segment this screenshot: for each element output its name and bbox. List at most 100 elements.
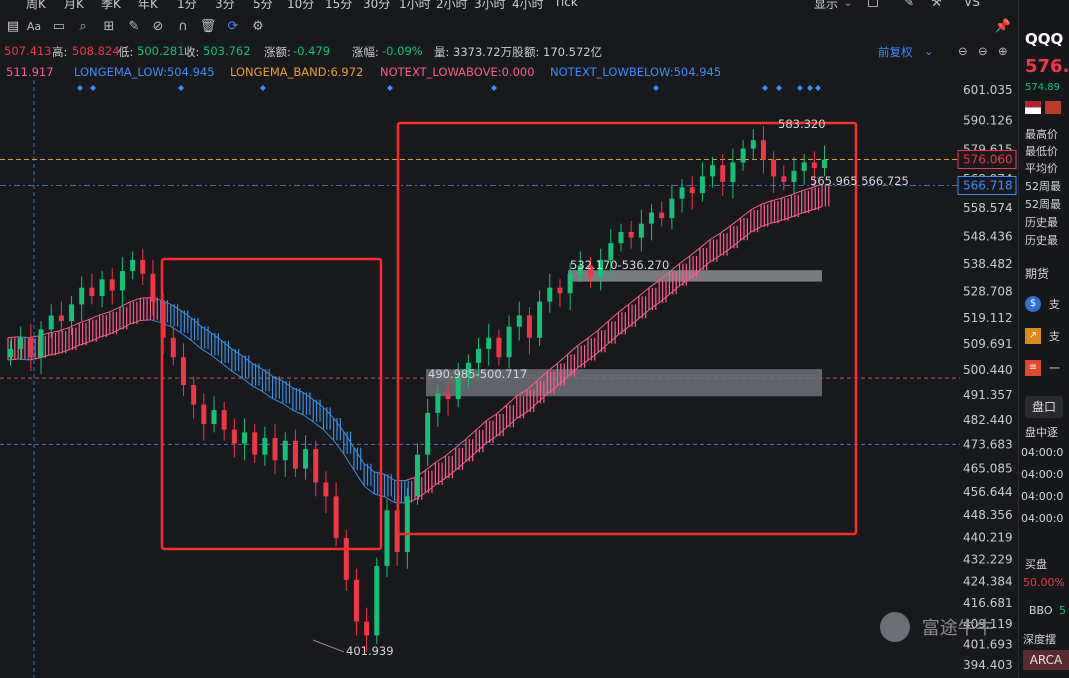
y-tick-label: 548.436	[963, 229, 1013, 243]
us-flag-icon	[1025, 101, 1041, 114]
chart-up-icon[interactable]: ↗	[1025, 328, 1041, 344]
y-tick-label: 519.112	[963, 311, 1013, 325]
draw-icon[interactable]: ✎	[125, 18, 143, 36]
tools-icon[interactable]: ⚒	[931, 0, 942, 9]
indicator-legend: 511.917 LONGEMA_LOW:504.945 LONGEMA_BAND…	[0, 64, 960, 80]
candle-body	[435, 393, 441, 413]
depth-label[interactable]: 深度摆	[1023, 631, 1056, 647]
vs-button[interactable]: VS	[964, 0, 980, 9]
y-tick-label: 528.708	[963, 284, 1013, 298]
order-book-tab[interactable]: 盘口	[1025, 396, 1063, 418]
indicator-icon[interactable]: ▤	[4, 18, 22, 36]
candle-body	[781, 176, 787, 182]
bbo-label[interactable]: BBO	[1029, 604, 1053, 617]
tab-year-k[interactable]: 年K	[138, 0, 158, 12]
tick-time-1: 04:00:0	[1021, 446, 1064, 459]
candle-body	[69, 304, 75, 322]
y-tick-label: 440.219	[963, 531, 1013, 545]
arca-button[interactable]: ARCA	[1023, 650, 1069, 670]
bid-title: 买盘	[1025, 558, 1047, 571]
stat-52w-low: 52周最	[1025, 198, 1061, 211]
candle-body	[170, 337, 176, 358]
ema-pair-annotation: 565.965 566.725	[810, 174, 909, 188]
tab-30min[interactable]: 30分	[363, 0, 390, 12]
candle-body	[109, 279, 115, 291]
tab-1hour[interactable]: 1小时	[399, 0, 431, 12]
candle-body	[48, 315, 54, 330]
adjust-dropdown[interactable]: 前复权	[878, 44, 913, 60]
candle-body	[750, 140, 756, 149]
y-tick-label: 509.691	[963, 337, 1013, 351]
candle-body	[537, 301, 543, 338]
chevron-down-icon[interactable]: ⌄	[843, 0, 853, 9]
text-size-icon[interactable]: Aa	[24, 18, 44, 36]
sync-icon[interactable]: ⟳	[224, 18, 242, 36]
candle-body	[282, 440, 288, 461]
candle-body	[415, 454, 420, 497]
document-icon[interactable]: ≡	[1025, 360, 1041, 376]
y-tick-label: 456.644	[963, 485, 1013, 499]
low-annotation: 401.939	[346, 644, 394, 658]
stat-high: 最高价	[1025, 128, 1058, 141]
tab-5min[interactable]: 5分	[253, 0, 273, 12]
prev-price: 574.89	[1025, 82, 1060, 93]
candle-body	[38, 329, 44, 358]
y-tick-label: 432.229	[963, 553, 1013, 567]
tab-3hour[interactable]: 3小时	[474, 0, 506, 12]
eye-hide-icon[interactable]: ⊘	[149, 18, 167, 36]
badge-icon	[1045, 101, 1061, 114]
y-tick-label: 601.035	[963, 83, 1013, 97]
tick-time-3: 04:00:0	[1021, 490, 1064, 503]
stat-hist-low: 历史最	[1025, 234, 1058, 247]
dollar-icon[interactable]: $	[1025, 296, 1041, 312]
y-tick-label: 416.681	[963, 596, 1013, 610]
candle-body	[292, 440, 298, 469]
intraday-tab[interactable]: 盘中逐	[1025, 424, 1058, 440]
bbo-value: 5	[1059, 604, 1066, 617]
tab-10min[interactable]: 10分	[287, 0, 314, 12]
layout-icon[interactable]	[868, 0, 878, 7]
comment-icon[interactable]: ▭	[50, 18, 68, 36]
indicator-longema-band: LONGEMA_BAND:6.972	[230, 65, 364, 79]
ema-band-edge	[140, 319, 151, 322]
candlestick-chart[interactable]: 601.035590.126579.615568.974558.574548.4…	[0, 80, 1018, 678]
stat-low: 最低价	[1025, 145, 1058, 158]
trash-icon[interactable]: 🗑	[199, 18, 217, 36]
tab-15min[interactable]: 15分	[325, 0, 352, 12]
gear-icon[interactable]: ⚙	[249, 18, 267, 36]
candle-body	[526, 315, 532, 338]
low-value: 500.281	[137, 44, 185, 58]
pin-icon[interactable]: 📌	[994, 18, 1012, 36]
tab-tick[interactable]: Tick	[554, 0, 578, 9]
futures-item-3[interactable]: 一	[1049, 360, 1060, 376]
candle-body	[333, 496, 339, 539]
futures-item-1[interactable]: 支	[1049, 296, 1060, 312]
candle-body	[231, 429, 237, 444]
minimize-icon[interactable]: ⊖	[958, 44, 968, 58]
tab-1min[interactable]: 1分	[177, 0, 197, 12]
candle-settings-icon[interactable]: ⊞	[100, 18, 118, 36]
top-toolbar: 周K 月K 季K 年K 1分 3分 5分 10分 15分 30分 1小时 2小时…	[0, 0, 1018, 40]
draw-pen-icon[interactable]: ✎	[904, 0, 914, 9]
candle-body	[58, 315, 64, 322]
chevron-down-icon[interactable]: ⌄	[924, 44, 934, 58]
magnet-icon[interactable]: ∩	[174, 18, 192, 36]
tab-week-k[interactable]: 周K	[26, 0, 46, 12]
tab-4hour[interactable]: 4小时	[512, 0, 544, 12]
futures-item-2[interactable]: 支	[1049, 328, 1060, 344]
zoom-in-icon[interactable]: ⊕	[998, 44, 1008, 58]
candle-body	[89, 287, 95, 297]
candle-body	[679, 187, 685, 199]
search-icon[interactable]: ⌕	[74, 18, 92, 36]
tab-2hour[interactable]: 2小时	[436, 0, 468, 12]
change-value: -0.479	[293, 44, 331, 58]
zoom-out-icon[interactable]: ⊖	[978, 44, 988, 58]
low-label: 低:	[118, 45, 134, 59]
tab-3min[interactable]: 3分	[215, 0, 235, 12]
candle-body	[710, 165, 716, 177]
candle-body	[211, 410, 217, 425]
tab-month-k[interactable]: 月K	[64, 0, 84, 12]
tab-quarter-k[interactable]: 季K	[101, 0, 121, 12]
display-menu[interactable]: 显示	[814, 0, 838, 12]
y-tick-label: 538.482	[963, 257, 1013, 271]
